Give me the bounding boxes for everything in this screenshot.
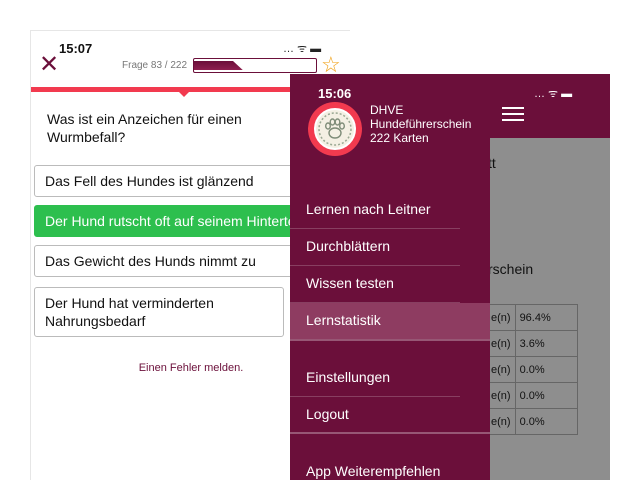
app-logo-avatar (308, 102, 362, 156)
menu-section-divider (290, 432, 490, 434)
row-value: 0.0% (514, 382, 578, 409)
menu-section-divider (290, 339, 490, 341)
status-icons-2: … ᯤ ▬ (534, 88, 573, 100)
brand-line-2: Hundeführerschein (370, 117, 472, 131)
menu-item-durchblaettern[interactable]: Durchblättern (290, 229, 490, 265)
menu-item-lernstatistik[interactable]: Lernstatistik (290, 303, 490, 339)
status-icons: … ᯤ ▬ (283, 43, 322, 55)
row-label: e(n) (486, 304, 516, 331)
statistics-table: e(n) 96.4% e(n) 3.6% e(n) 0.0% e(n) 0.0% e(n… (486, 304, 578, 435)
hamburger-menu-icon[interactable] (502, 107, 524, 121)
question-text: Was ist ein Anzeichen für einen Wurmbefa… (47, 111, 242, 145)
table-row: e(n) 0.0% (486, 382, 578, 409)
timer-arrow-icon (179, 92, 189, 97)
drawer-status-time: 15:06 (318, 86, 352, 101)
row-value: 0.0% (514, 408, 578, 435)
paw-icon (314, 108, 356, 150)
app-brand: DHVE Hundeführerschein 222 Karten (370, 103, 471, 145)
table-row: e(n) 0.0% (486, 408, 578, 435)
row-label: e(n) (486, 330, 516, 357)
statistics-screen: … ᯤ ▬ tt rschein e(n) 96.4% e(n) 3.6% e(n)… (290, 74, 610, 480)
row-value: 3.6% (514, 330, 578, 357)
table-row: e(n) 3.6% (486, 330, 578, 357)
close-icon[interactable]: ✕ (39, 53, 63, 77)
quiz-progress-bar (193, 58, 317, 73)
row-label: e(n) (486, 356, 516, 383)
table-row: e(n) 0.0% (486, 356, 578, 383)
table-row: e(n) 96.4% (486, 304, 578, 331)
menu-item-lernen-nach-leitner[interactable]: Lernen nach Leitner (290, 192, 490, 228)
menu-item-logout[interactable]: Logout (290, 397, 490, 433)
progress-fill (194, 61, 243, 70)
answer-option-4[interactable]: Der Hund hat verminderten Nahrungsbedarf (34, 287, 284, 337)
question-counter: Frage 83 / 222 (122, 60, 188, 71)
menu-item-einstellungen[interactable]: Einstellungen (290, 360, 490, 396)
row-label: e(n) (486, 382, 516, 409)
section-heading-fragment: rschein (488, 261, 534, 277)
status-time: 15:07 (59, 41, 93, 56)
menu-item-app-weiterempfehlen[interactable]: App Weiterempfehlen (290, 454, 490, 480)
menu-item-wissen-testen[interactable]: Wissen testen (290, 266, 490, 302)
row-value: 96.4% (514, 304, 578, 331)
row-value: 0.0% (514, 356, 578, 383)
row-label: e(n) (486, 408, 516, 435)
navigation-drawer: 15:06 DHVE Hundeführerschein 222 Karten … (290, 74, 490, 480)
brand-line-3: 222 Karten (370, 131, 429, 145)
brand-line-1: DHVE (370, 103, 404, 117)
screenshot-stage: 15:07 … ᯤ ▬ ✕ Frage 83 / 222 ☆ Was ist e… (0, 0, 640, 480)
